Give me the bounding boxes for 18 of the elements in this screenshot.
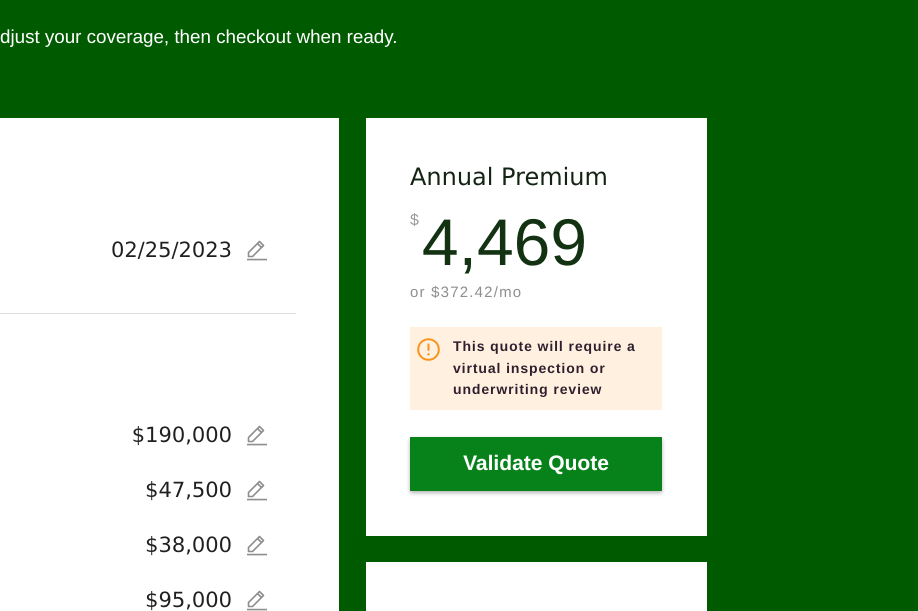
- premium-title: Annual Premium: [410, 162, 609, 192]
- field-value: 02/25/2023: [110, 238, 232, 260]
- monthly-price: or $372.42/mo: [410, 283, 524, 303]
- field-value: $38,000: [145, 534, 232, 556]
- pencil-icon[interactable]: [246, 534, 268, 556]
- field-value: $47,500: [145, 478, 232, 500]
- currency-symbol: $: [410, 213, 419, 229]
- pencil-icon[interactable]: [246, 588, 268, 610]
- pencil-icon[interactable]: [246, 238, 268, 260]
- pencil-icon[interactable]: [246, 478, 268, 500]
- validate-quote-button[interactable]: Validate Quote: [410, 436, 662, 490]
- notice-text: This quote will require a virtual inspection or underwriting review: [453, 337, 637, 399]
- page-subtitle: djust your coverage, then checkout when ready.: [0, 26, 398, 48]
- field-value: $95,000: [145, 588, 232, 610]
- premium-amount: 4,469: [422, 209, 588, 275]
- pencil-icon[interactable]: [246, 424, 268, 446]
- field-value: $190,000: [132, 424, 232, 446]
- warning-icon: [417, 338, 440, 361]
